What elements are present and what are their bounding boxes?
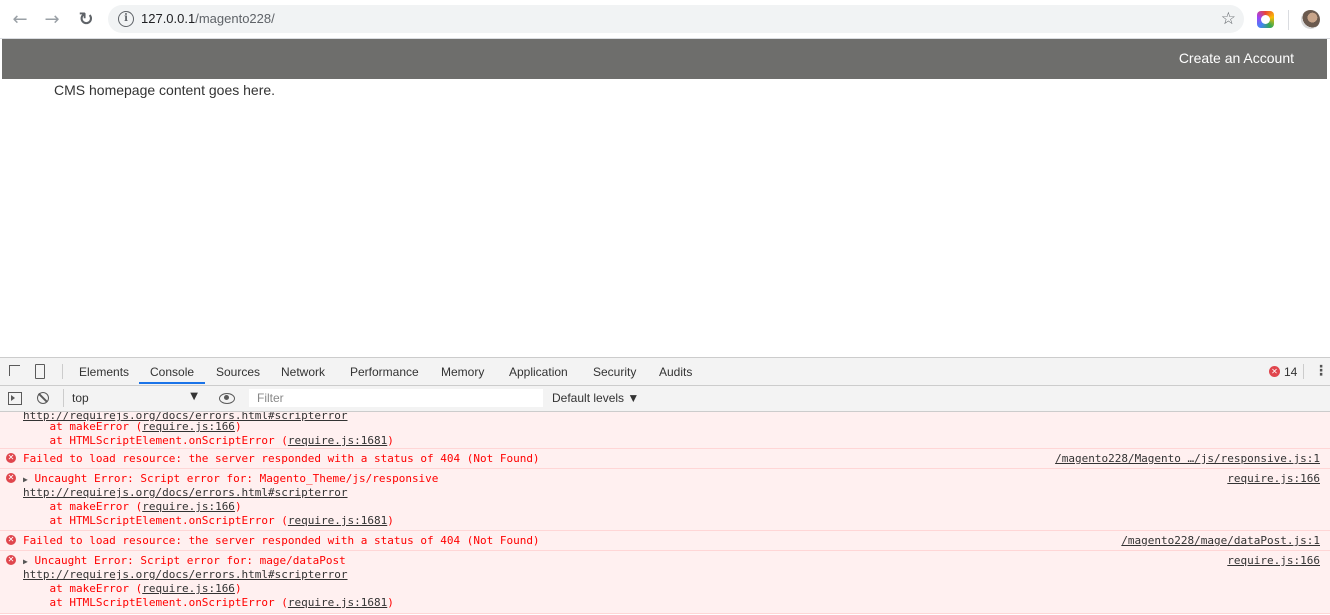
stack-prefix: at	[23, 514, 70, 527]
log-levels-dropdown[interactable]: Default levels ▼	[552, 391, 639, 405]
console-link[interactable]: http://requirejs.org/docs/errors.html#sc…	[23, 486, 348, 499]
reload-button[interactable]: ↻	[75, 9, 97, 31]
live-expression-eye-icon[interactable]	[219, 393, 235, 404]
error-icon: ✕	[6, 453, 16, 463]
stack-suffix: )	[387, 514, 394, 527]
back-button[interactable]: ←	[9, 9, 31, 31]
console-message: ✕ Failed to load resource: the server re…	[0, 531, 1330, 551]
bookmark-star-icon[interactable]: ☆	[1221, 9, 1236, 29]
stack-fn: HTMLScriptElement.onScriptError (	[69, 514, 288, 527]
stack-fn: makeError (	[69, 420, 143, 433]
site-header: Create an Account	[2, 39, 1327, 79]
address-bar[interactable]: i 127.0.0.1/magento228/ ☆	[108, 5, 1244, 33]
console-link[interactable]: require.js:166	[142, 500, 235, 513]
url-host: 127.0.0.1	[141, 11, 196, 26]
stack-suffix: )	[234, 500, 242, 513]
console-message: ✕ ▶ Uncaught Error: Script error for: Ma…	[0, 469, 1330, 531]
tab-memory[interactable]: Memory	[441, 365, 484, 379]
error-icon: ✕	[6, 555, 16, 565]
console-message-text: Failed to load resource: the server resp…	[23, 534, 540, 547]
console-link[interactable]: require.js:1681	[288, 596, 387, 609]
stack-suffix: )	[387, 596, 394, 609]
console-message-text: Failed to load resource: the server resp…	[23, 452, 540, 465]
more-options-icon[interactable]: ⋮	[1314, 363, 1328, 379]
stack-fn: makeError (	[69, 582, 143, 595]
inspect-element-icon[interactable]	[9, 365, 20, 376]
stack-fn: makeError (	[69, 500, 143, 513]
tab-console[interactable]: Console	[150, 365, 194, 379]
filter-input[interactable]	[249, 389, 543, 407]
console-link[interactable]: http://requirejs.org/docs/errors.html#sc…	[23, 568, 348, 581]
console-source-link[interactable]: /magento228/mage/dataPost.js:1	[1121, 534, 1320, 548]
console-link[interactable]: require.js:166	[142, 582, 235, 595]
stack-prefix: at	[23, 500, 70, 513]
stack-prefix: at	[23, 596, 70, 609]
stack-fn: HTMLScriptElement.onScriptError (	[69, 434, 288, 447]
stack-suffix: )	[234, 420, 242, 433]
stack-prefix: at	[23, 582, 70, 595]
divider	[62, 364, 63, 379]
url-path: /magento228/	[195, 11, 275, 26]
devtools-panel: Elements Console Sources Network Perform…	[0, 357, 1330, 615]
extension-icon[interactable]	[1257, 11, 1274, 28]
profile-avatar[interactable]	[1301, 10, 1320, 29]
tab-elements[interactable]: Elements	[79, 365, 129, 379]
site-info-icon[interactable]: i	[118, 11, 134, 27]
expand-triangle-icon[interactable]: ▶	[23, 475, 28, 484]
forward-button[interactable]: →	[41, 9, 63, 31]
tab-network[interactable]: Network	[281, 365, 325, 379]
console-message: ✕ ▶ Uncaught Error: Script error for: ma…	[0, 551, 1330, 614]
url-text[interactable]: 127.0.0.1/magento228/	[141, 11, 275, 26]
console-message-text: Uncaught Error: Script error for: Magent…	[34, 472, 439, 485]
device-toolbar-icon[interactable]	[35, 364, 45, 379]
stack-fn: HTMLScriptElement.onScriptError (	[69, 596, 288, 609]
tab-application[interactable]: Application	[509, 365, 568, 379]
console-message: ✕ Failed to load resource: the server re…	[0, 449, 1330, 469]
console-source-link[interactable]: /magento228/Magento …/js/responsive.js:1	[1055, 452, 1320, 466]
devtools-tab-bar: Elements Console Sources Network Perform…	[0, 358, 1330, 386]
cms-content: CMS homepage content goes here.	[54, 82, 276, 98]
create-account-link[interactable]: Create an Account	[1179, 50, 1294, 66]
console-message: http://requirejs.org/docs/errors.html#sc…	[0, 412, 1330, 449]
console-link[interactable]: require.js:1681	[288, 434, 387, 447]
context-value: top	[72, 391, 89, 405]
stack-prefix: at	[23, 420, 70, 433]
clear-console-icon[interactable]	[37, 392, 49, 404]
tab-security[interactable]: Security	[593, 365, 636, 379]
error-icon: ✕	[6, 535, 16, 545]
console-message-text: Uncaught Error: Script error for: mage/d…	[34, 554, 346, 567]
error-icon: ✕	[6, 473, 16, 483]
context-selector[interactable]: top ▼	[63, 389, 204, 407]
chevron-down-icon: ▼	[190, 391, 198, 402]
console-link[interactable]: require.js:166	[142, 420, 235, 433]
stack-suffix: )	[387, 434, 394, 447]
console-source-link[interactable]: require.js:166	[1227, 472, 1320, 486]
console-toolbar: top ▼ Default levels ▼	[0, 386, 1330, 412]
divider	[1303, 364, 1304, 379]
active-tab-indicator	[139, 382, 205, 384]
console-source-link[interactable]: require.js:166	[1227, 554, 1320, 568]
tab-audits[interactable]: Audits	[659, 365, 692, 379]
expand-triangle-icon[interactable]: ▶	[23, 557, 28, 566]
stack-prefix: at	[23, 434, 70, 447]
browser-toolbar: ← → ↻ i 127.0.0.1/magento228/ ☆	[0, 0, 1330, 39]
tab-performance[interactable]: Performance	[350, 365, 419, 379]
toolbar-divider	[1288, 10, 1289, 30]
console-link[interactable]: require.js:1681	[288, 514, 387, 527]
stack-suffix: )	[234, 582, 242, 595]
error-count[interactable]: 14	[1284, 365, 1297, 379]
error-count-icon[interactable]: ✕	[1269, 366, 1280, 377]
show-sidebar-icon[interactable]	[8, 392, 22, 405]
console-messages: http://requirejs.org/docs/errors.html#sc…	[0, 412, 1330, 615]
tab-sources[interactable]: Sources	[216, 365, 260, 379]
